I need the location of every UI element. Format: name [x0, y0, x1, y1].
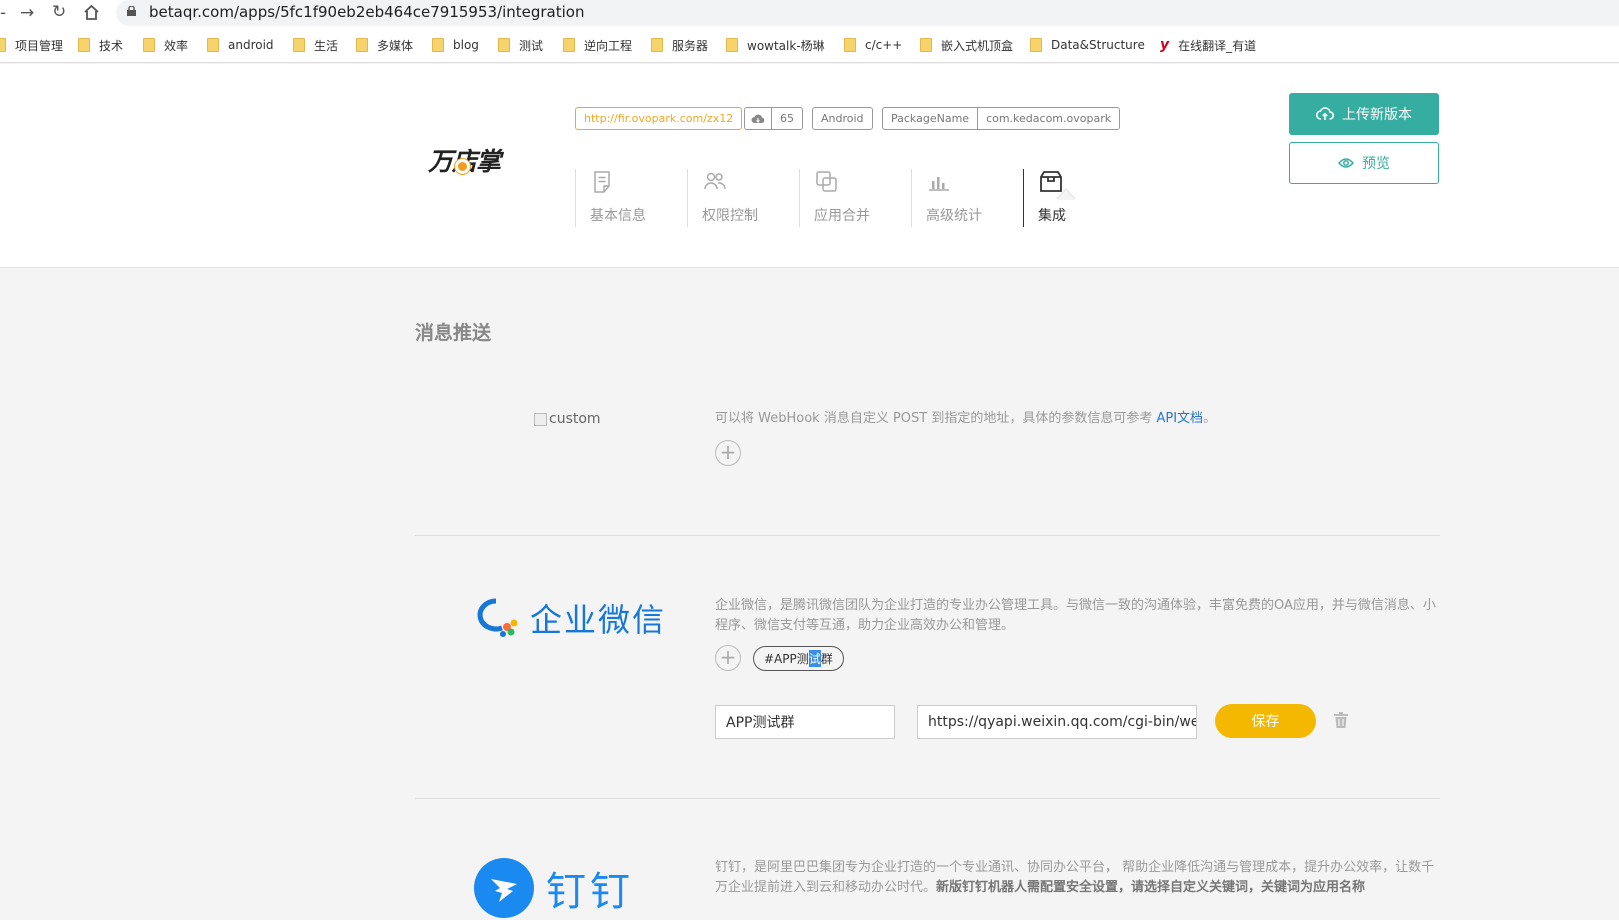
- wecom-description: 企业微信，是腾讯微信团队为企业打造的专业办公管理工具。与微信一致的沟通体验，丰富…: [715, 598, 1436, 633]
- tab-advanced-stats[interactable]: 高级统计: [911, 169, 1023, 227]
- forward-icon[interactable]: →: [20, 3, 34, 23]
- wecom-icon: [477, 598, 518, 637]
- bookmark-item[interactable]: 效率: [143, 37, 188, 53]
- tab-basic-info[interactable]: 基本信息: [575, 169, 687, 227]
- bookmark-item[interactable]: 测试: [498, 37, 543, 53]
- download-count-chip: 65: [744, 107, 803, 130]
- folder-icon: [293, 38, 305, 52]
- eye-icon: [1338, 158, 1354, 168]
- tab-permissions[interactable]: 权限控制: [687, 169, 799, 227]
- wecom-group-name-input[interactable]: APP测试群: [715, 705, 895, 739]
- section-title: 消息推送: [415, 322, 492, 344]
- custom-webhook-description: 可以将 WebHook 消息自定义 POST 到指定的地址，具体的参数信息可参考…: [715, 411, 1217, 426]
- package-label: PackageName: [891, 112, 970, 125]
- package-chip: PackageName com.kedacom.ovopark: [882, 107, 1121, 130]
- trash-icon[interactable]: [1334, 712, 1348, 728]
- package-name: com.kedacom.ovopark: [977, 108, 1119, 129]
- upload-new-version-button[interactable]: 上传新版本: [1289, 93, 1439, 135]
- folder-icon: [356, 38, 368, 52]
- wecom-webhook-url-input[interactable]: https://qyapi.weixin.qq.com/cgi-bin/webh…: [917, 705, 1197, 739]
- folder-icon: [143, 38, 155, 52]
- document-icon: [594, 171, 610, 193]
- url-text[interactable]: betaqr.com/apps/5fc1f90eb2eb464ce7915953…: [149, 3, 584, 21]
- platform-chip: Android: [812, 107, 873, 130]
- folder-icon: [651, 38, 663, 52]
- bookmark-item[interactable]: c/c++: [844, 37, 902, 53]
- bookmark-item[interactable]: 逆向工程: [563, 37, 632, 53]
- section-divider: [415, 798, 1440, 799]
- bookmark-item[interactable]: wowtalk-杨琳: [726, 37, 825, 53]
- folder-icon: [920, 38, 932, 52]
- dingtalk-logo: 钉钉: [474, 858, 634, 918]
- add-custom-webhook-button[interactable]: +: [715, 440, 741, 466]
- api-doc-link[interactable]: API文档: [1156, 411, 1203, 426]
- save-button[interactable]: 保存: [1215, 704, 1316, 738]
- folder-icon: [78, 38, 90, 52]
- logo-mark-icon: [455, 159, 470, 174]
- bookmark-item[interactable]: android: [207, 37, 274, 53]
- back-icon[interactable]: -: [0, 3, 6, 23]
- dingtalk-description: 钉钉，是阿里巴巴集团专为企业打造的一个专业通讯、协同办公平台， 帮助企业降低沟通…: [715, 860, 1435, 895]
- folder-icon: [432, 38, 444, 52]
- add-wecom-group-button[interactable]: +: [715, 645, 741, 671]
- folder-icon: [726, 38, 738, 52]
- lock-icon: [127, 6, 136, 16]
- merge-icon: [816, 171, 837, 192]
- reload-icon[interactable]: ↻: [52, 2, 66, 22]
- bookmark-item[interactable]: 生活: [293, 37, 338, 53]
- broken-image-icon: [534, 412, 547, 426]
- home-icon[interactable]: [83, 4, 100, 21]
- folder-icon: [498, 38, 510, 52]
- tab-app-merge[interactable]: 应用合并: [799, 169, 911, 227]
- folder-icon: [563, 38, 575, 52]
- short-link-chip[interactable]: http://fir.ovopark.com/zx12: [575, 107, 743, 130]
- folder-icon: [207, 38, 219, 52]
- folder-icon: [844, 38, 856, 52]
- bookmark-item[interactable]: 嵌入式机顶盒: [920, 37, 1013, 53]
- bookmark-item[interactable]: y 在线翻译_有道: [1160, 37, 1256, 53]
- bookmark-item[interactable]: 项目管理: [0, 37, 63, 53]
- bookmark-item[interactable]: 技术: [78, 37, 123, 53]
- users-icon: [704, 172, 726, 190]
- folder-icon: [1030, 38, 1042, 52]
- bar-chart-icon: [929, 177, 949, 191]
- youdao-icon: y: [1160, 37, 1170, 53]
- custom-webhook-image: custom: [534, 411, 601, 427]
- browser-toolbar: - → ↻ betaqr.com/apps/5fc1f90eb2eb464ce7…: [0, 0, 1619, 26]
- preview-button[interactable]: 预览: [1289, 142, 1439, 184]
- section-divider: [415, 535, 1440, 536]
- cloud-upload-icon: [1316, 107, 1334, 120]
- active-tab-indicator: [1056, 188, 1076, 200]
- download-count: 65: [771, 108, 802, 129]
- bookmark-item[interactable]: Data&Structure: [1030, 37, 1145, 53]
- wecom-group-tag[interactable]: #APP测试群: [753, 646, 844, 671]
- cloud-download-icon: [745, 108, 771, 129]
- dingtalk-icon: [474, 858, 534, 918]
- bookmarks-bar: 项目管理 技术 效率 android 生活 多媒体 blog 测试 逆向工程 服…: [0, 26, 1619, 63]
- bookmark-item[interactable]: blog: [432, 37, 479, 53]
- bookmark-item[interactable]: 多媒体: [356, 37, 413, 53]
- wecom-logo: 企业微信: [476, 595, 666, 641]
- app-header: 万店掌 http://fir.ovopark.com/zx12 65 Andro…: [0, 64, 1619, 268]
- folder-icon: [0, 38, 6, 52]
- bookmark-item[interactable]: 服务器: [651, 37, 708, 53]
